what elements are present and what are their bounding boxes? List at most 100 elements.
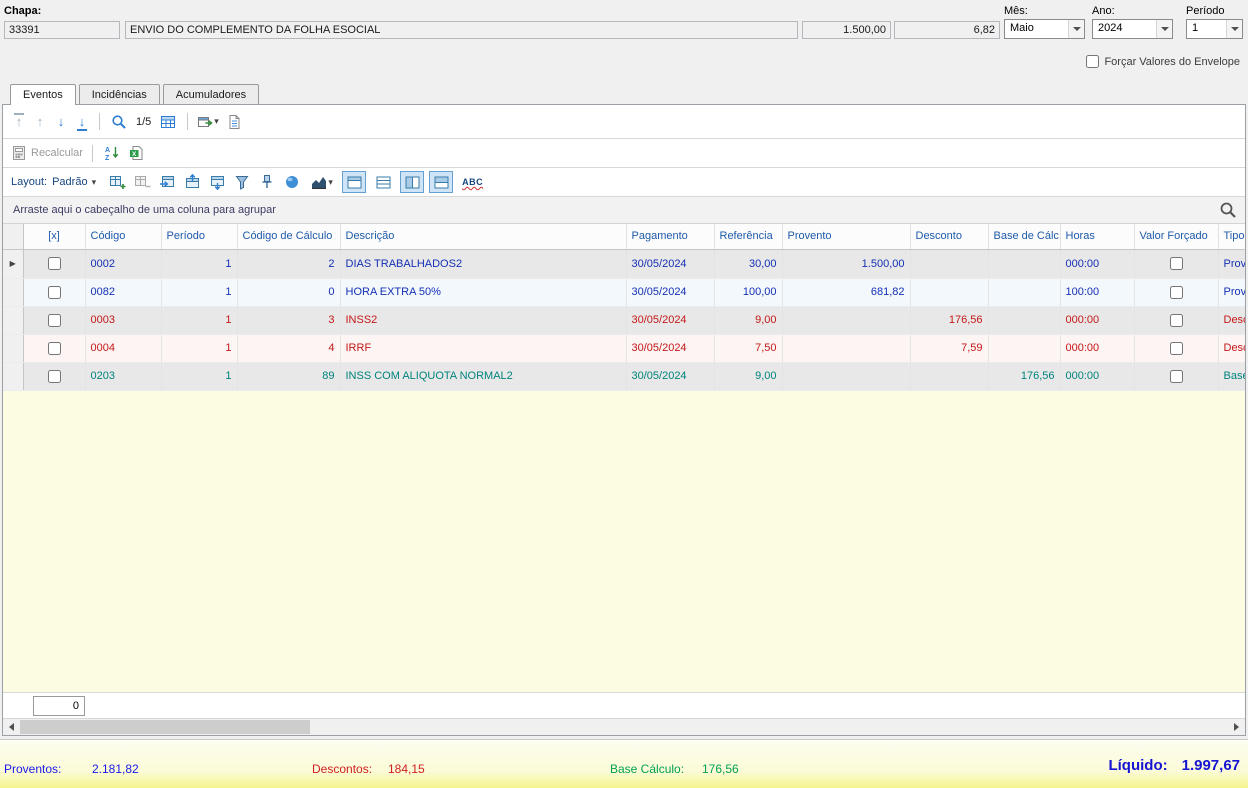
cell-descricao[interactable]: HORA EXTRA 50% (340, 278, 627, 307)
cell-tipo[interactable]: Base (1218, 362, 1245, 391)
referencia-field[interactable] (894, 21, 1000, 39)
row-select-checkbox[interactable] (47, 313, 61, 327)
scroll-left-button[interactable] (3, 719, 20, 735)
periodo-dropdown-icon[interactable] (1226, 20, 1242, 38)
table-row[interactable]: 0203 1 89 INSS COM ALIQUOTA NORMAL2 30/05/20… (3, 362, 1245, 391)
column-header-horas[interactable]: Horas (1060, 224, 1135, 250)
cell-provento[interactable] (782, 306, 911, 335)
cell-pagamento[interactable]: 30/05/2024 (626, 306, 715, 335)
tab-incidencias[interactable]: Incidências (78, 84, 160, 104)
view-split-vertical-button[interactable] (400, 171, 425, 193)
cell-desconto[interactable] (910, 362, 989, 391)
cell-codigo[interactable]: 0003 (85, 306, 162, 335)
cell-descricao[interactable]: INSS COM ALIQUOTA NORMAL2 (340, 362, 627, 391)
h-scroll-thumb[interactable] (20, 720, 310, 734)
cell-desconto[interactable] (910, 278, 989, 307)
cell-tipo[interactable]: Prove (1218, 278, 1245, 307)
h-scrollbar[interactable] (3, 718, 1245, 735)
row-select-checkbox[interactable] (47, 257, 61, 270)
go-next-button[interactable]: ↓ (53, 114, 69, 130)
column-header-tipo[interactable]: Tipo E (1218, 224, 1245, 250)
spell-check-button[interactable]: ABC (462, 177, 483, 187)
row-select-checkbox[interactable] (47, 285, 61, 299)
cell-horas[interactable]: 000:00 (1060, 334, 1135, 363)
valor-field[interactable] (802, 21, 891, 39)
cell-provento[interactable] (782, 334, 911, 363)
cell-descricao[interactable]: INSS2 (340, 306, 627, 335)
report-button[interactable] (224, 112, 244, 132)
grid-search-button[interactable] (1219, 201, 1237, 222)
column-header-valorforcado[interactable]: Valor Forçado (1134, 224, 1219, 250)
cell-periodo[interactable]: 1 (161, 306, 238, 335)
cell-periodo[interactable]: 1 (161, 362, 238, 391)
cell-codigo[interactable]: 0082 (85, 278, 162, 307)
column-header-basecalc[interactable]: Base de Cálc... (988, 224, 1061, 250)
cell-horas[interactable]: 000:00 (1060, 306, 1135, 335)
cell-desconto[interactable]: 7,59 (910, 334, 989, 363)
export-excel-button[interactable]: X (127, 143, 147, 163)
layout-preset-dropdown[interactable]: Padrão ▾ (52, 176, 96, 188)
column-header-periodo[interactable]: Período (161, 224, 238, 250)
collapse-columns-button[interactable] (132, 172, 152, 192)
ano-select[interactable]: 2024 (1092, 19, 1173, 39)
cell-periodo[interactable]: 1 (161, 334, 238, 363)
cell-descricao[interactable]: DIAS TRABALHADOS2 (340, 249, 627, 279)
sort-az-button[interactable]: AZ (102, 143, 122, 163)
cell-pagamento[interactable]: 30/05/2024 (626, 362, 715, 391)
cell-periodo[interactable]: 1 (161, 249, 238, 279)
cell-referencia[interactable]: 100,00 (714, 278, 783, 307)
recalcular-button[interactable]: Recalcular (11, 145, 83, 161)
cell-referencia[interactable]: 9,00 (714, 362, 783, 391)
move-column-down-button[interactable] (207, 172, 227, 192)
cell-desconto[interactable] (910, 249, 989, 279)
ano-dropdown-icon[interactable] (1156, 20, 1172, 38)
chart-button[interactable]: ▾ (307, 172, 337, 192)
valor-forcado-checkbox[interactable] (1169, 341, 1183, 355)
forcar-valores-checkbox[interactable] (1086, 55, 1100, 68)
cell-provento[interactable]: 681,82 (782, 278, 911, 307)
export-dropdown-caret-icon[interactable]: ▾ (214, 117, 219, 126)
pin-column-button[interactable] (257, 172, 277, 192)
grid-view-button[interactable] (158, 112, 178, 132)
cell-pagamento[interactable]: 30/05/2024 (626, 278, 715, 307)
cell-codigo[interactable]: 0203 (85, 362, 162, 391)
cell-tipo[interactable]: Prove (1218, 249, 1245, 279)
table-row[interactable]: 000414IRRF30/05/20247,50 7,59 000:00 Desc (3, 334, 1245, 363)
cell-horas[interactable]: 100:00 (1060, 278, 1135, 307)
table-row[interactable]: 0003 1 3 INSS2 30/05/2024 9,00 176,56 000:00 Des… (3, 306, 1245, 335)
valor-forcado-checkbox[interactable] (1169, 313, 1183, 327)
cell-referencia[interactable]: 9,00 (714, 306, 783, 335)
cell-codcalc[interactable]: 4 (237, 334, 341, 363)
valor-forcado-checkbox[interactable] (1169, 285, 1183, 299)
cell-provento[interactable] (782, 362, 911, 391)
description-input[interactable] (125, 21, 798, 39)
cell-tipo[interactable]: Desc (1218, 334, 1245, 363)
cell-periodo[interactable]: 1 (161, 278, 238, 307)
cell-desconto[interactable]: 176,56 (910, 306, 989, 335)
tab-acumuladores[interactable]: Acumuladores (162, 84, 260, 104)
filter-button[interactable] (232, 172, 252, 192)
group-by-bar[interactable]: Arraste aqui o cabeçalho de uma coluna p… (3, 197, 1245, 224)
import-layout-button[interactable] (157, 172, 177, 192)
tab-eventos[interactable]: Eventos (10, 84, 76, 105)
table-row[interactable]: 0082 1 0 HORA EXTRA 50% 30/05/2024 100,00 681,… (3, 278, 1245, 307)
view-card-button[interactable] (342, 171, 367, 193)
valor-forcado-checkbox[interactable] (1169, 257, 1183, 270)
periodo-select[interactable]: 1 (1186, 19, 1243, 39)
row-select-checkbox[interactable] (47, 369, 61, 383)
column-header-codigo[interactable]: Código (85, 224, 162, 250)
cell-basecalc[interactable] (988, 278, 1061, 307)
export-button[interactable]: ▾ (197, 112, 219, 132)
cell-basecalc[interactable] (988, 334, 1061, 363)
mes-dropdown-icon[interactable] (1068, 20, 1084, 38)
column-header-codcalc[interactable]: Código de Cálculo (237, 224, 341, 250)
chapa-input[interactable] (4, 21, 120, 39)
column-header-provento[interactable]: Provento (782, 224, 911, 250)
table-row[interactable]: ▶ 0002 1 2 DIAS TRABALHADOS2 30/05/2024 30,00 1… (3, 249, 1245, 279)
cell-codcalc[interactable]: 2 (237, 249, 341, 279)
cell-codigo[interactable]: 0002 (85, 249, 162, 279)
cell-basecalc[interactable]: 176,56 (988, 362, 1061, 391)
cell-codigo[interactable]: 0004 (85, 334, 162, 363)
row-select-checkbox[interactable] (47, 341, 61, 355)
cell-codcalc[interactable]: 89 (237, 362, 341, 391)
